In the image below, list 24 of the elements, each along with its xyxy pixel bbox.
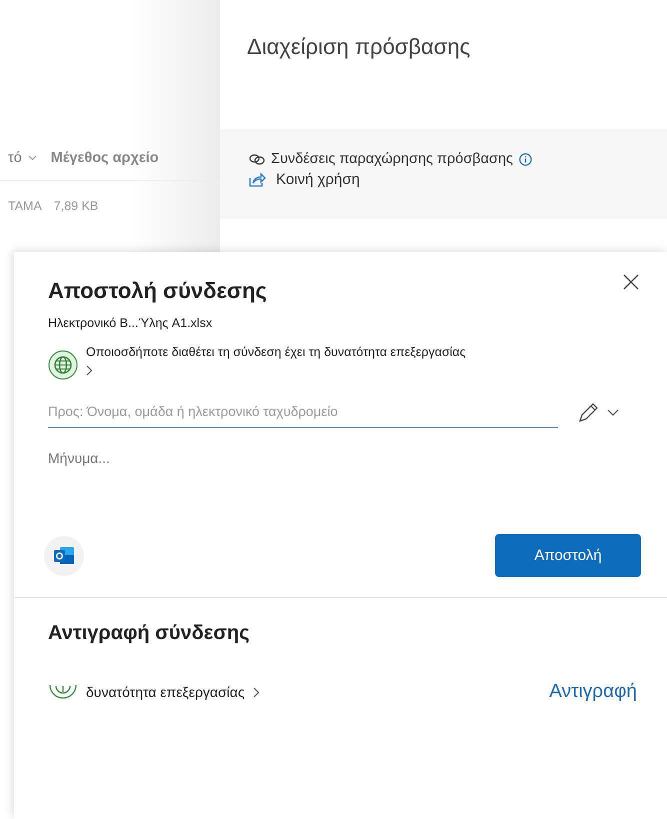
permission-text[interactable]: δυνατότητα επεξεργασίας	[86, 684, 245, 700]
info-icon[interactable]	[519, 152, 532, 166]
access-link[interactable]: Κοινή χρήση	[276, 171, 360, 188]
access-link[interactable]: Συνδέσεις παραχώρησης πρόσβασης	[271, 151, 514, 167]
column-header[interactable]: Μέγεθος αρχείο	[50, 150, 159, 166]
table-cell: TAMA	[8, 199, 42, 213]
share-icon	[249, 172, 266, 187]
dialog-title: Αποστολή σύνδεσης	[48, 278, 267, 304]
outlook-app-icon[interactable]	[44, 536, 84, 576]
section-title: Αντιγραφή σύνδεσης	[48, 622, 251, 645]
link-icon	[249, 154, 265, 164]
chevron-right-icon[interactable]	[252, 686, 260, 698]
send-button[interactable]: Αποστολή	[495, 534, 641, 577]
chevron-down-icon	[28, 155, 37, 161]
close-button[interactable]	[621, 272, 641, 292]
globe-icon	[48, 350, 78, 380]
file-name: Ηλεκτρονικό Β...Ύλης A1.xlsx	[48, 316, 214, 330]
permission-text[interactable]: Οποιοσδήποτε διαθέτει τη σύνδεση έχει τη δυνατότητα επεξεργασίας	[86, 345, 466, 359]
chevron-right-icon[interactable]	[86, 365, 93, 376]
column-header[interactable]: τό	[8, 150, 37, 166]
table-cell: 7,89 KB	[54, 199, 98, 213]
globe-icon	[48, 683, 78, 701]
panel-title: Διαχείριση πρόσβασης	[246, 33, 472, 61]
copy-button[interactable]: Αντιγραφή	[545, 681, 641, 703]
